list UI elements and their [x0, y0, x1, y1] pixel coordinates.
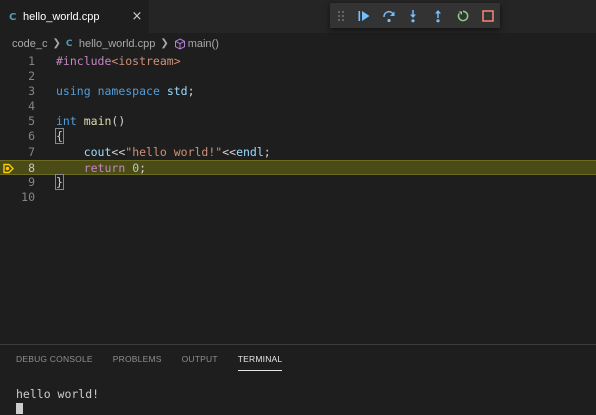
code-token: ; [187, 84, 195, 98]
code-line[interactable]: 1 #include<iostream> [0, 54, 596, 69]
terminal-output[interactable]: hello world! [16, 387, 99, 401]
code-token: int [56, 114, 77, 128]
code-text: using namespace std; [56, 84, 195, 99]
code-token: << [222, 145, 237, 159]
code-token: namespace [97, 84, 160, 98]
code-token: std [166, 84, 188, 98]
code-token: } [55, 174, 64, 190]
step-over-button[interactable] [376, 3, 401, 28]
code-line[interactable]: 9} [0, 174, 596, 190]
code-line[interactable]: 2 [0, 69, 596, 84]
restart-button[interactable] [450, 3, 475, 28]
code-token: "hello world!" [125, 145, 223, 159]
terminal-cursor [16, 403, 23, 414]
stop-button[interactable] [475, 3, 500, 28]
panel-tab-terminal[interactable]: TERMINAL [237, 345, 283, 373]
cpp-file-icon: C [9, 11, 17, 23]
code-text: return 0; [56, 161, 146, 176]
step-out-button[interactable] [426, 3, 451, 28]
code-token: cout [83, 145, 112, 159]
close-icon[interactable]: × [130, 10, 144, 24]
code-line[interactable]: 6{ [0, 128, 596, 144]
code-token: ; [263, 145, 271, 159]
line-number: 5 [28, 114, 35, 128]
tab-hello-world[interactable]: C hello_world.cpp × [0, 0, 149, 33]
continue-icon [358, 10, 370, 21]
cpp-file-icon: C [65, 38, 73, 49]
code-editor[interactable]: 1 #include<iostream> 2 3 using namespace std… [0, 48, 596, 338]
code-line[interactable]: 7 cout<<"hello world!"<<endl; [0, 145, 596, 160]
code-token: using [56, 84, 91, 98]
code-line[interactable]: 8 return 0; [0, 160, 596, 175]
code-token: << [111, 145, 126, 159]
line-number: 8 [28, 161, 35, 175]
line-number: 2 [28, 69, 35, 83]
panel-tab-output[interactable]: OUTPUT [182, 345, 218, 373]
line-number: 3 [28, 84, 35, 98]
line-number: 6 [28, 129, 35, 143]
code-text: { [55, 128, 64, 144]
code-token: #include [56, 54, 112, 68]
panel-tab-problems[interactable]: PROBLEMS [113, 345, 162, 373]
code-token: () [111, 114, 126, 128]
line-number: 7 [28, 145, 35, 159]
code-token: return [83, 161, 126, 175]
code-token: endl [236, 145, 264, 159]
tab-label: hello_world.cpp [23, 11, 100, 23]
drag-grip-icon[interactable] [330, 3, 351, 28]
code-line[interactable]: 4 [0, 99, 596, 114]
code-token: { [55, 128, 64, 144]
line-number: 9 [28, 175, 35, 189]
code-line[interactable]: 3 using namespace std; [0, 84, 596, 99]
restart-icon [457, 10, 469, 21]
code-token: main [83, 114, 112, 128]
bottom-panel: DEBUG CONSOLE PROBLEMS OUTPUT TERMINAL hell… [0, 344, 596, 415]
code-line[interactable]: 5 int main() [0, 114, 596, 129]
code-line[interactable]: 10 [0, 190, 596, 205]
line-number: 10 [21, 190, 35, 204]
step-over-icon [382, 10, 395, 22]
code-text: cout<<"hello world!"<<endl; [56, 145, 271, 160]
continue-button[interactable] [351, 3, 376, 28]
step-into-icon [410, 9, 417, 22]
step-into-button[interactable] [401, 3, 426, 28]
step-out-icon [435, 9, 442, 22]
code-text: #include<iostream> [56, 54, 181, 69]
panel-tab-debug-console[interactable]: DEBUG CONSOLE [16, 345, 93, 373]
tab-bar: C hello_world.cpp × [0, 0, 596, 33]
code-token: <iostream> [111, 54, 181, 68]
code-text: int main() [56, 114, 125, 129]
code-token: ; [139, 161, 147, 175]
code-text: } [55, 174, 64, 190]
line-number: 4 [28, 99, 35, 113]
debug-toolbar [330, 3, 500, 28]
line-number: 1 [28, 54, 35, 68]
panel-tabs: DEBUG CONSOLE PROBLEMS OUTPUT TERMINAL [16, 345, 302, 373]
stop-icon [481, 9, 494, 22]
